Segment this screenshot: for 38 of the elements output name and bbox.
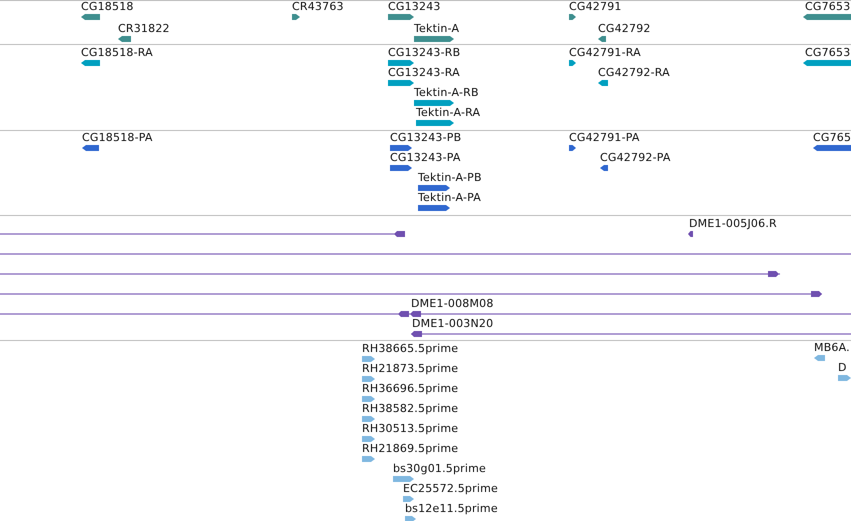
feature-label: CG7653: [805, 46, 850, 59]
feature-label: CG13243-PB: [390, 131, 462, 144]
feature-label: CG18518: [81, 1, 134, 13]
feature-label: DME1-005J06.R: [689, 217, 777, 230]
feature-label: DME1-008M08: [411, 297, 494, 310]
feature-label: RH38665.5prime: [362, 342, 458, 355]
feature-label: CG42792: [598, 22, 651, 35]
feature-label: CG42791-PA: [569, 131, 640, 144]
feature-label: CG18518-RA: [81, 46, 153, 59]
feature-label: Tektin-A: [414, 22, 460, 35]
feature-label: CG42791-RA: [569, 46, 641, 59]
feature-label: EC25572.5prime: [403, 482, 498, 495]
feature-label: Tektin-A-RB: [414, 86, 479, 99]
feature-label: CG13243-RA: [388, 66, 460, 79]
feature-label: bs30g01.5prime: [393, 462, 486, 475]
feature-label: RH36696.5prime: [362, 382, 458, 395]
feature-label: CG13243-RB: [388, 46, 460, 59]
feature-label: CG42792-RA: [598, 66, 670, 79]
feature-label: CG13243: [388, 1, 441, 13]
feature-label: RH38582.5prime: [362, 402, 458, 415]
feature-label: CG42791: [569, 1, 622, 13]
feature-label: RH21873.5prime: [362, 362, 458, 375]
feature-label: MB6A.: [814, 341, 850, 354]
feature-label: CG7653: [805, 1, 850, 13]
feature-label: Tektin-A-PB: [418, 171, 482, 184]
feature-label: RH30513.5prime: [362, 422, 458, 435]
feature-label: CG765: [813, 131, 851, 144]
feature-label: CG18518-PA: [82, 131, 153, 144]
feature-label: CR43763: [292, 1, 344, 13]
feature-label: CG42792-PA: [600, 151, 671, 164]
feature-label: DME1-003N20: [412, 317, 494, 330]
feature-label: bs12e11.5prime: [405, 502, 498, 515]
feature-label: Tektin-A-RA: [416, 106, 480, 119]
feature-label: RH21869.5prime: [362, 442, 458, 455]
feature-label: CR31822: [118, 22, 170, 35]
feature-label: Tektin-A-PA: [418, 191, 481, 204]
feature-label: CG13243-PA: [390, 151, 461, 164]
feature-label: D: [838, 361, 847, 374]
